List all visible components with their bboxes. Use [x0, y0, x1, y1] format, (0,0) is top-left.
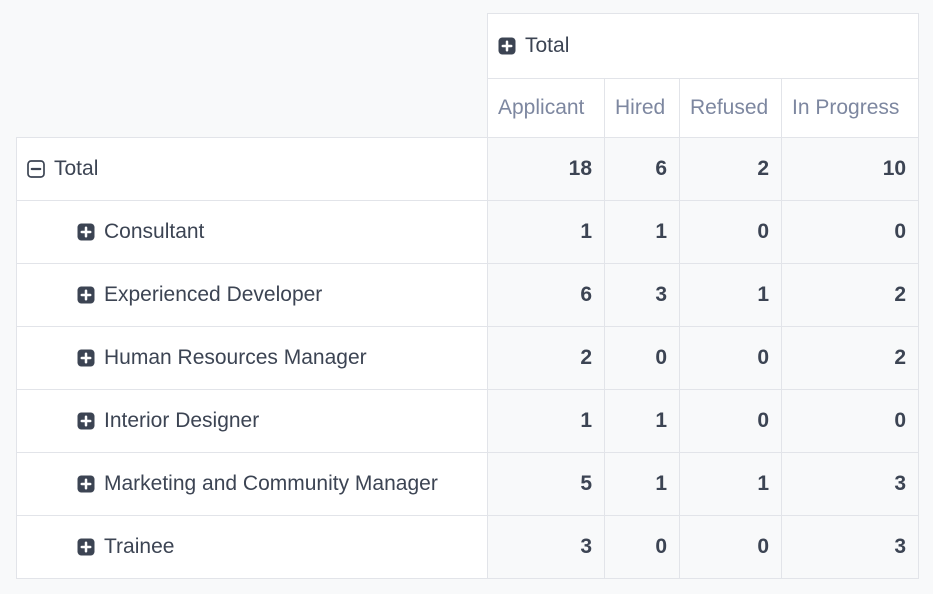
corner-spacer [17, 79, 488, 138]
value-cell: 1 [605, 453, 680, 516]
table-row: Interior Designer 1 1 0 0 [17, 390, 919, 453]
row-label: Consultant [104, 220, 204, 244]
row-label: Human Resources Manager [104, 346, 367, 370]
pivot-view: Total Applicant Hired Refused In Progres… [0, 0, 933, 594]
value-cell: 5 [488, 453, 605, 516]
value-cell: 0 [782, 201, 919, 264]
row-header-consultant[interactable]: Consultant [17, 201, 488, 264]
value-cell: 6 [488, 264, 605, 327]
measure-header-applicant[interactable]: Applicant [488, 79, 605, 138]
row-header-interior-designer[interactable]: Interior Designer [17, 390, 488, 453]
value-cell: 1 [605, 201, 680, 264]
minus-square-icon[interactable] [27, 160, 45, 178]
row-header-total[interactable]: Total [17, 138, 488, 201]
value-cell: 0 [680, 201, 782, 264]
value-cell: 3 [782, 516, 919, 579]
value-cell: 2 [782, 264, 919, 327]
plus-square-icon[interactable] [77, 475, 95, 493]
row-label: Interior Designer [104, 409, 259, 433]
measure-header-in-progress[interactable]: In Progress [782, 79, 919, 138]
value-cell: 1 [605, 390, 680, 453]
value-cell: 1 [488, 390, 605, 453]
value-cell: 3 [605, 264, 680, 327]
table-row: Marketing and Community Manager 5 1 1 3 [17, 453, 919, 516]
pivot-table: Total Applicant Hired Refused In Progres… [16, 13, 919, 579]
table-row: Human Resources Manager 2 0 0 2 [17, 327, 919, 390]
measure-header-refused[interactable]: Refused [680, 79, 782, 138]
row-label: Experienced Developer [104, 283, 322, 307]
column-group-header-total[interactable]: Total [488, 14, 919, 79]
value-cell: 10 [782, 138, 919, 201]
value-cell: 0 [680, 327, 782, 390]
plus-square-icon[interactable] [77, 286, 95, 304]
measure-header-hired[interactable]: Hired [605, 79, 680, 138]
row-header-trainee[interactable]: Trainee [17, 516, 488, 579]
plus-square-icon[interactable] [498, 37, 516, 55]
row-label: Marketing and Community Manager [104, 472, 438, 496]
value-cell: 0 [605, 516, 680, 579]
row-label: Trainee [104, 535, 174, 559]
value-cell: 1 [680, 264, 782, 327]
value-cell: 2 [782, 327, 919, 390]
table-row: Experienced Developer 6 3 1 2 [17, 264, 919, 327]
value-cell: 0 [680, 390, 782, 453]
plus-square-icon[interactable] [77, 349, 95, 367]
row-header-experienced-developer[interactable]: Experienced Developer [17, 264, 488, 327]
value-cell: 2 [680, 138, 782, 201]
value-cell: 0 [605, 327, 680, 390]
value-cell: 1 [488, 201, 605, 264]
value-cell: 0 [680, 516, 782, 579]
table-row: Total 18 6 2 10 [17, 138, 919, 201]
plus-square-icon[interactable] [77, 412, 95, 430]
value-cell: 0 [782, 390, 919, 453]
value-cell: 2 [488, 327, 605, 390]
value-cell: 6 [605, 138, 680, 201]
table-row: Consultant 1 1 0 0 [17, 201, 919, 264]
value-cell: 3 [782, 453, 919, 516]
row-label: Total [54, 157, 98, 181]
plus-square-icon[interactable] [77, 538, 95, 556]
row-header-human-resources-manager[interactable]: Human Resources Manager [17, 327, 488, 390]
value-cell: 18 [488, 138, 605, 201]
row-header-marketing-and-community-manager[interactable]: Marketing and Community Manager [17, 453, 488, 516]
column-group-label: Total [525, 34, 569, 58]
plus-square-icon[interactable] [77, 223, 95, 241]
table-row: Trainee 3 0 0 3 [17, 516, 919, 579]
value-cell: 1 [680, 453, 782, 516]
value-cell: 3 [488, 516, 605, 579]
corner-spacer [17, 14, 488, 79]
